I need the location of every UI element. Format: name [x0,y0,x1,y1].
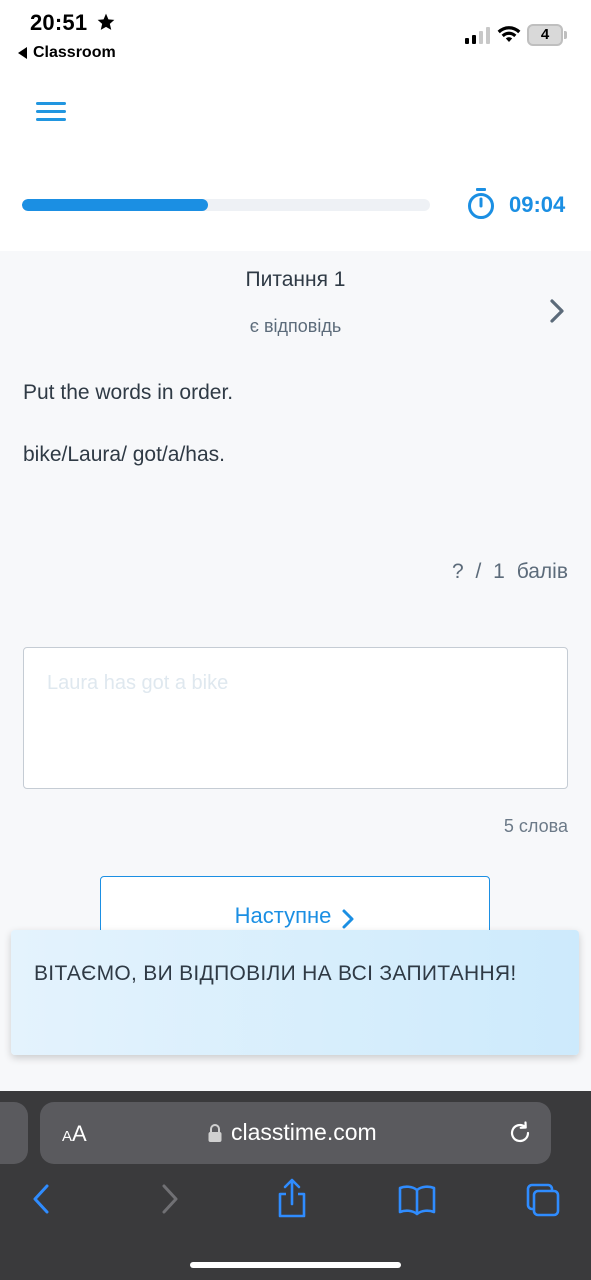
question-title: Питання 1 [245,268,346,291]
word-count: 5 слова [503,816,568,836]
previous-tab-peek[interactable] [0,1102,28,1164]
completion-toast: ВІТАЄМО, ВИ ВІДПОВІЛИ НА ВСІ ЗАПИТАННЯ! [11,930,579,1055]
wifi-icon [497,26,521,42]
back-app-label: Classroom [33,44,116,61]
share-icon[interactable] [275,1177,309,1219]
bookmarks-icon[interactable] [397,1184,437,1216]
star-icon [97,13,115,30]
tabs-icon[interactable] [525,1182,561,1218]
battery-icon: 4 [527,24,563,46]
next-question-chevron-icon[interactable] [546,298,568,324]
timer-display: 09:04 [509,192,566,217]
quiz-progress-fill [22,199,208,211]
cellular-signal-icon [465,26,490,44]
back-arrow-icon[interactable] [30,1182,54,1216]
aa-large: A [72,1121,87,1146]
question-status: є відповідь [249,316,342,336]
quiz-progress-bar [22,199,430,211]
back-to-app-link[interactable]: Classroom [18,44,116,62]
question-instruction: Put the words in order. [23,381,234,404]
question-score: ? / 1 балів [452,560,568,583]
stopwatch-icon [468,188,494,219]
reload-icon[interactable] [507,1120,533,1146]
battery-level: 4 [540,26,550,43]
aa-small: A [62,1128,73,1145]
lock-icon [208,1124,222,1142]
battery-tip [564,31,567,39]
answer-input[interactable] [24,648,567,788]
question-words: bike/Laura/ got/a/has. [23,443,225,466]
toast-message: ВІТАЄМО, ВИ ВІДПОВІЛИ НА ВСІ ЗАПИТАННЯ! [34,962,517,985]
answer-field[interactable] [23,647,568,789]
next-button-label: Наступне [234,903,332,928]
url-text: classtime.com [231,1119,377,1145]
text-size-button[interactable]: AA [62,1121,87,1147]
chevron-right-icon [342,909,354,929]
hamburger-menu-icon[interactable] [36,102,66,124]
status-time: 20:51 [30,10,88,35]
back-triangle-icon [18,47,27,59]
home-indicator [190,1262,401,1268]
forward-arrow-icon[interactable] [157,1182,181,1216]
